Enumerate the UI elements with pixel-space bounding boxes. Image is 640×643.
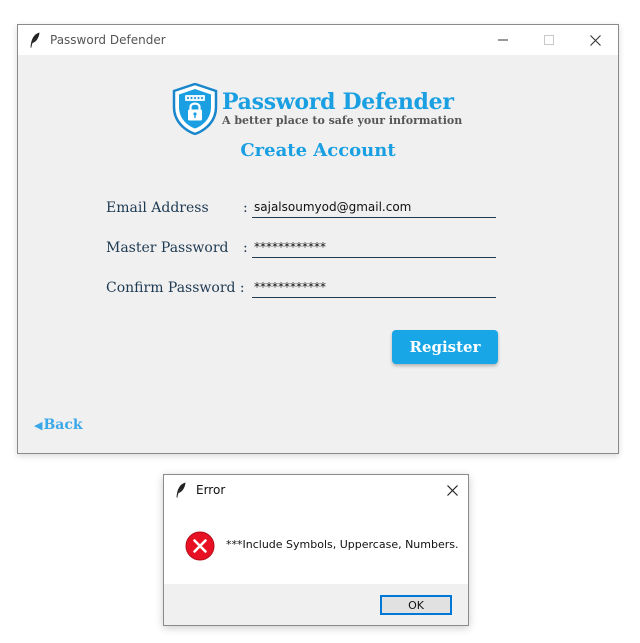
brand-name: Password Defender — [222, 89, 454, 115]
confirm-password-field[interactable] — [252, 277, 496, 298]
dialog-message: ***Include Symbols, Uppercase, Numbers. — [226, 538, 459, 551]
email-label: Email Address — [106, 200, 209, 216]
feather-icon — [174, 482, 188, 498]
ok-button[interactable]: OK — [380, 595, 452, 615]
back-arrow-icon: ◀ — [34, 418, 43, 432]
error-x-icon — [185, 531, 215, 561]
page-title: Create Account — [240, 140, 396, 161]
dialog-body: ***Include Symbols, Uppercase, Numbers. — [164, 505, 468, 584]
feather-icon — [28, 32, 42, 48]
dialog-title-bar[interactable]: Error — [164, 475, 468, 505]
email-colon: : — [243, 200, 248, 216]
dialog-title: Error — [196, 483, 226, 497]
back-link[interactable]: ◀ Back — [34, 417, 83, 433]
master-password-colon: : — [243, 240, 248, 256]
window-title: Password Defender — [50, 33, 166, 47]
window-controls — [480, 25, 618, 55]
confirm-password-label: Confirm Password : — [106, 280, 245, 296]
register-button[interactable]: Register — [392, 330, 498, 364]
shield-lock-icon — [172, 83, 218, 135]
minimize-button[interactable] — [480, 25, 526, 55]
brand-header: Password Defender A better place to safe… — [172, 83, 462, 135]
maximize-button[interactable] — [526, 25, 572, 55]
dialog-close-button[interactable] — [436, 475, 468, 505]
main-window: Password Defender Password Defender A be… — [17, 24, 619, 454]
master-password-field[interactable] — [252, 237, 496, 258]
master-password-label: Master Password — [106, 240, 229, 256]
email-field[interactable] — [252, 197, 496, 218]
close-button[interactable] — [572, 25, 618, 55]
title-bar[interactable]: Password Defender — [18, 25, 618, 55]
error-dialog: Error ***Include Symbols, Uppercase, Num… — [163, 474, 469, 626]
brand-tagline: A better place to safe your information — [222, 114, 463, 127]
back-label: Back — [43, 417, 83, 433]
